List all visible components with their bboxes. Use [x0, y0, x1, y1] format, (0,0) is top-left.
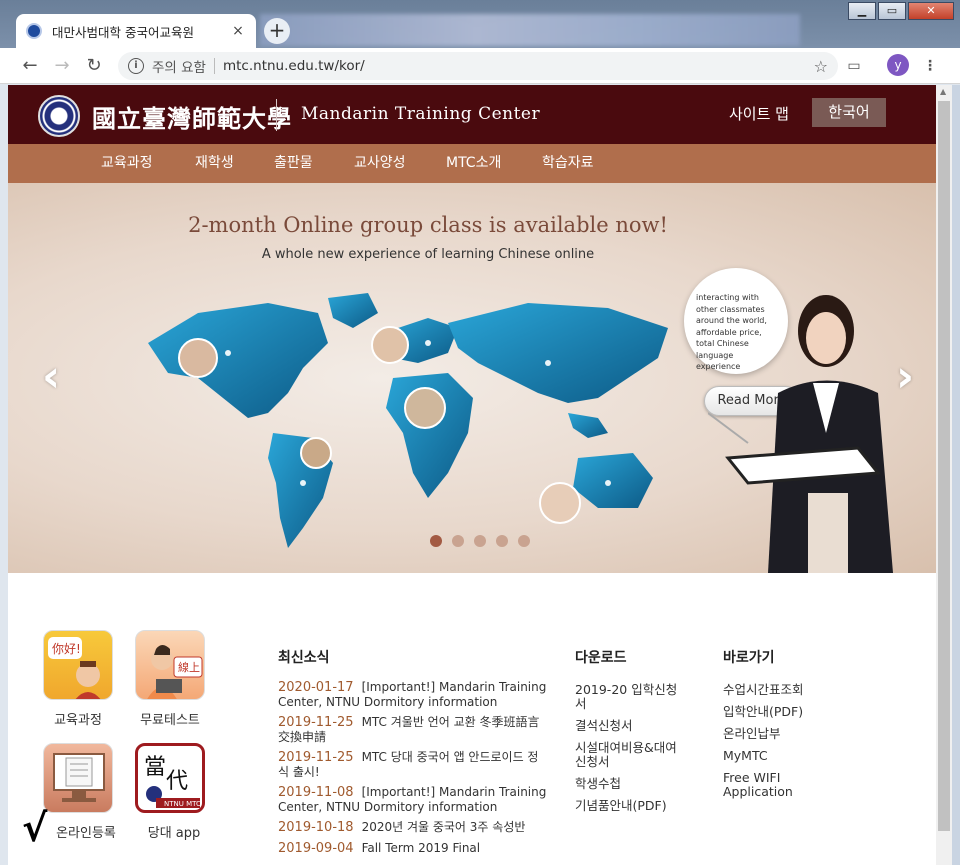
back-arrow-icon[interactable]: ←: [18, 54, 42, 78]
profile-avatar[interactable]: y: [887, 54, 909, 76]
security-label[interactable]: 주의 요함: [152, 56, 206, 76]
bookmark-star-icon[interactable]: ☆: [814, 57, 828, 76]
shortcut-link[interactable]: Free WIFI Application: [723, 771, 833, 799]
ntnu-logo-chinese[interactable]: 國立臺灣師範大學: [92, 99, 292, 134]
download-link[interactable]: 2019-20 입학신청서: [575, 683, 685, 711]
tab-close-icon[interactable]: ×: [230, 23, 246, 39]
scroll-up-icon[interactable]: ▲: [940, 87, 946, 96]
dangdai-app-icon[interactable]: 當 代 NTNU MTC: [135, 743, 205, 813]
news-item[interactable]: 2019-09-04 Fall Term 2019 Final: [278, 841, 548, 856]
app-label-online-registration[interactable]: 온라인등록: [44, 822, 128, 841]
slide-dot-3[interactable]: [474, 535, 486, 547]
tab-title: 대만사범대학 중국어교육원: [52, 24, 194, 40]
shortcut-link[interactable]: 입학안내(PDF): [723, 705, 833, 719]
app-label-courses[interactable]: 교육과정: [36, 709, 120, 728]
hero-banner[interactable]: 2-month Online group class is available …: [8, 183, 936, 573]
window-border: [952, 85, 960, 865]
news-item[interactable]: 2019-11-08 [Important!] Mandarin Training…: [278, 785, 548, 814]
download-link[interactable]: 시설대여비용&대여신청서: [575, 741, 685, 769]
world-map-illustration: [148, 293, 668, 548]
omnibox-divider: [213, 58, 215, 74]
forward-arrow-icon[interactable]: →: [50, 54, 74, 78]
svg-text:線上: 線上: [178, 660, 200, 674]
shortcut-link[interactable]: MyMTC: [723, 749, 833, 763]
sitemap-link[interactable]: 사이트 맵: [729, 103, 789, 124]
nav-item-courses[interactable]: 교육과정: [101, 144, 153, 183]
page-viewport: 國立臺灣師範大學 Mandarin Training Center 사이트 맵 …: [8, 85, 936, 865]
shortcuts-list: 수업시간표조회 입학안내(PDF) 온라인납부 MyMTC Free WIFI …: [723, 683, 833, 807]
nav-item-about-mtc[interactable]: MTC소개: [446, 144, 501, 183]
site-header: 國立臺灣師範大學 Mandarin Training Center 사이트 맵 …: [8, 85, 936, 144]
downloads-list: 2019-20 입학신청서 결석신청서 시설대여비용&대여신청서 학생수첩 기념…: [575, 683, 685, 821]
download-link[interactable]: 학생수첩: [575, 777, 685, 791]
url-text[interactable]: mtc.ntnu.edu.tw/kor/: [223, 58, 814, 74]
nav-item-teacher-training[interactable]: 교사양성: [354, 144, 406, 183]
computer-document-icon[interactable]: [43, 743, 113, 813]
main-navigation: 교육과정 재학생 출판물 교사양성 MTC소개 학습자료: [8, 144, 936, 183]
shortcuts-title: 바로가기: [723, 650, 775, 666]
nav-item-learning-materials[interactable]: 학습자료: [542, 144, 594, 183]
vertical-scrollbar[interactable]: ▲: [936, 85, 952, 865]
svg-text:你好!: 你好!: [52, 642, 81, 656]
svg-text:NTNU MTC: NTNU MTC: [164, 800, 201, 808]
language-selector[interactable]: 한국어: [812, 98, 886, 127]
tab-strip: 대만사범대학 중국어교육원 × + ▁ ▭ ✕: [0, 0, 960, 48]
content-area: 你好! 교육과정 線上 무료테스트 √ 온라인등록 當 代 NTNU MTC 당…: [8, 573, 936, 865]
news-title: 최신소식: [278, 650, 330, 666]
app-label-free-test[interactable]: 무료테스트: [128, 709, 212, 728]
window-controls: ▁ ▭ ✕: [846, 2, 954, 20]
scroll-thumb[interactable]: [938, 101, 950, 831]
banner-subtitle: A whole new experience of learning Chine…: [261, 247, 595, 262]
download-link[interactable]: 결석신청서: [575, 719, 685, 733]
browser-toolbar: ← → ↻ i 주의 요함 mtc.ntnu.edu.tw/kor/ ☆ ▭ y…: [0, 48, 960, 84]
svg-text:當: 當: [144, 755, 166, 780]
news-item[interactable]: 2019-11-25 MTC 당대 중국어 앱 안드로이드 정식 출시!: [278, 750, 548, 779]
prev-slide-arrow-icon[interactable]: ‹: [42, 351, 60, 402]
logo-divider: [276, 99, 277, 131]
info-icon[interactable]: i: [128, 58, 144, 74]
ntnu-seal-icon[interactable]: [38, 95, 80, 137]
news-item[interactable]: 2020-01-17 [Important!] Mandarin Training…: [278, 680, 548, 709]
ntnu-favicon-icon: [26, 23, 42, 39]
cast-icon[interactable]: ▭: [844, 54, 864, 78]
slide-indicators: [430, 535, 540, 547]
teacher-photo: [708, 295, 893, 573]
banner-title: 2-month Online group class is available …: [188, 213, 668, 237]
news-list: 2020-01-17 [Important!] Mandarin Training…: [278, 680, 548, 862]
news-item[interactable]: 2019-10-18 2020년 겨울 중국어 3주 속성반: [278, 820, 548, 835]
shortcut-link[interactable]: 온라인납부: [723, 727, 833, 741]
blurred-tabs: [260, 14, 800, 46]
minimize-button[interactable]: ▁: [848, 2, 876, 20]
slide-dot-4[interactable]: [496, 535, 508, 547]
news-item[interactable]: 2019-11-25 MTC 겨울반 언어 교환 冬季班語言交換申請: [278, 715, 548, 744]
mtc-logo-english[interactable]: Mandarin Training Center: [301, 104, 540, 124]
new-tab-button[interactable]: +: [264, 18, 290, 44]
downloads-title: 다운로드: [575, 650, 627, 666]
nav-item-publications[interactable]: 출판물: [274, 144, 313, 183]
slide-dot-5[interactable]: [518, 535, 530, 547]
slide-dot-1[interactable]: [430, 535, 442, 547]
hello-character-icon[interactable]: 你好!: [43, 630, 113, 700]
next-slide-arrow-icon[interactable]: ›: [896, 351, 914, 402]
app-label-dangdai[interactable]: 당대 app: [132, 822, 216, 841]
slide-dot-2[interactable]: [452, 535, 464, 547]
browser-window: 대만사범대학 중국어교육원 × + ▁ ▭ ✕ ← → ↻ i 주의 요함 mt…: [0, 0, 960, 865]
shortcut-link[interactable]: 수업시간표조회: [723, 683, 833, 697]
svg-text:代: 代: [166, 769, 188, 794]
address-bar[interactable]: i 주의 요함 mtc.ntnu.edu.tw/kor/ ☆: [118, 52, 838, 80]
close-window-button[interactable]: ✕: [908, 2, 954, 20]
download-link[interactable]: 기념품안내(PDF): [575, 799, 685, 813]
nav-item-students[interactable]: 재학생: [195, 144, 234, 183]
menu-kebab-icon[interactable]: ⋮: [920, 54, 940, 78]
maximize-button[interactable]: ▭: [878, 2, 906, 20]
active-tab[interactable]: 대만사범대학 중국어교육원 ×: [16, 14, 256, 48]
online-test-icon[interactable]: 線上: [135, 630, 205, 700]
reload-icon[interactable]: ↻: [82, 54, 106, 78]
